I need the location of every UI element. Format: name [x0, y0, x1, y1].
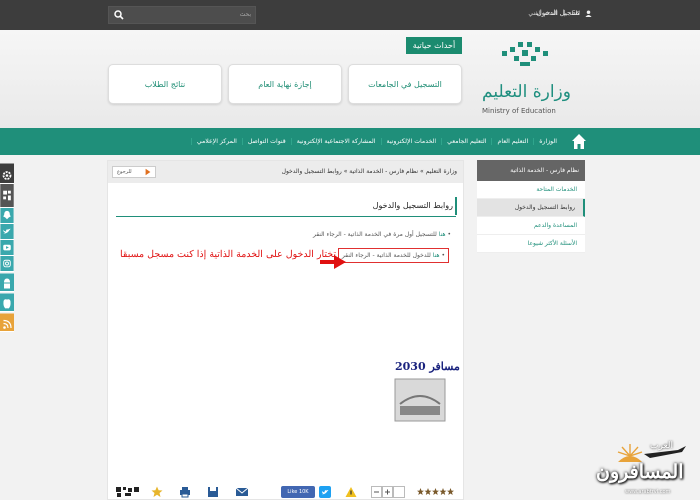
life-events-button[interactable]: أحداث حياتية [406, 37, 462, 54]
red-annotation-text: تختار الدخول على الخدمة الذاتية إذا كنت … [120, 249, 337, 260]
apple-icon[interactable] [0, 292, 14, 312]
email-icon[interactable] [235, 486, 249, 498]
rss-icon[interactable] [0, 312, 14, 332]
nav-item-media-center[interactable]: المركز الإعلامي [190, 138, 242, 145]
rating-stars-icon[interactable] [417, 486, 455, 498]
user-icon [585, 9, 592, 17]
breadcrumb: وزارة التعليم » نظام فارس - الخدمة الذات… [281, 168, 457, 175]
logo-arabic-text: وزارة التعليم [482, 82, 571, 102]
watermark-text: مسافر 2030 [395, 360, 460, 373]
breadcrumb-bar: للرجوع وزارة التعليم » نظام فارس - الخدم… [108, 161, 463, 183]
footer-toolbar: Like 10K [115, 486, 455, 500]
instagram-icon[interactable] [0, 256, 14, 272]
tile-end-of-year-vacation[interactable]: إجازة نهاية العام [228, 64, 342, 104]
login-label: تسجيل الدخول [536, 9, 580, 17]
facebook-like-button[interactable]: Like 10K [281, 486, 315, 498]
nav-item-ministry[interactable]: الوزارة [533, 138, 562, 145]
qr-code-footer-icon[interactable] [115, 486, 141, 498]
top-bar: بحث الدعم الفني | EN تسجيل الدخول [0, 0, 700, 30]
title-accent-bar [455, 197, 457, 215]
print-icon[interactable] [179, 486, 191, 498]
nav-item-contact-channels[interactable]: قنوات التواصل [241, 138, 291, 145]
page-title: روابط التسجيل والدخول [372, 201, 453, 210]
self-service-sidebar: نظام فارس - الخدمة الذاتية الخدمات المتا… [477, 160, 585, 253]
warning-icon[interactable] [345, 486, 357, 498]
settings-gear-icon[interactable] [0, 160, 14, 184]
link2-text: للدخول للخدمة الذاتية - الرجاء النقر [341, 252, 431, 259]
first-time-registration-link[interactable]: هنا للتسجيل أول مرة في الخدمة الذاتية - … [313, 231, 451, 238]
search-box[interactable]: بحث [108, 6, 256, 24]
font-size-controls-icon[interactable] [371, 486, 405, 498]
nav-item-university-education[interactable]: التعليم الجامعي [441, 138, 491, 145]
nav-items: الوزارة التعليم العام التعليم الجامعي ال… [190, 128, 562, 155]
twitter-share-icon[interactable] [319, 486, 331, 498]
link1-more[interactable]: هنا [439, 231, 446, 238]
red-arrow-icon [320, 255, 346, 269]
social-sidebar [0, 160, 14, 332]
tile-student-results[interactable]: نتائج الطلاب [108, 64, 222, 104]
corner-watermark-url: www.arabtrvl.com [625, 489, 671, 495]
search-icon[interactable] [114, 10, 124, 20]
back-arrow-icon[interactable] [144, 168, 152, 176]
main-nav: الوزارة التعليم العام التعليم الجامعي ال… [0, 128, 700, 155]
snapchat-icon[interactable] [0, 208, 14, 224]
logo-english-text: Ministry of Education [482, 107, 556, 115]
sidebar-item-registration-links[interactable]: روابط التسجيل والدخول [477, 199, 585, 217]
back-label: للرجوع [117, 169, 132, 175]
sidebar-header: نظام فارس - الخدمة الذاتية [477, 160, 585, 181]
watermark-logo-icon [394, 378, 446, 422]
login-link[interactable]: تسجيل الدخول [537, 9, 592, 17]
twitter-icon[interactable] [0, 224, 14, 240]
nav-item-general-education[interactable]: التعليم العام [491, 138, 533, 145]
save-icon[interactable] [207, 486, 219, 498]
nav-item-e-services[interactable]: الخدمات الإلكترونية [380, 138, 442, 145]
youtube-icon[interactable] [0, 240, 14, 256]
content-panel: للرجوع وزارة التعليم » نظام فارس - الخدم… [107, 160, 464, 500]
android-icon[interactable] [0, 272, 14, 292]
qr-code-icon[interactable] [0, 184, 14, 208]
sidebar-item-faq[interactable]: الأسئلة الأكثر شيوعا [477, 235, 585, 253]
search-placeholder: بحث [239, 11, 251, 18]
sidebar-item-available-services[interactable]: الخدمات المتاحة [477, 181, 585, 199]
star-rate-icon[interactable] [151, 486, 163, 498]
home-icon[interactable] [568, 128, 590, 155]
nav-item-e-participation[interactable]: المشاركة الاجتماعية الإلكترونية [290, 138, 381, 145]
title-divider [116, 216, 456, 217]
corner-watermark-small-text: العرب [650, 441, 674, 451]
tile-university-registration[interactable]: التسجيل في الجامعات [348, 64, 462, 104]
self-service-login-link[interactable]: هنا للدخول للخدمة الذاتية - الرجاء النقر… [337, 248, 449, 263]
link2-more[interactable]: هنا [433, 252, 440, 259]
corner-watermark-text: المسافرون [596, 461, 684, 483]
link1-text: للتسجيل أول مرة في الخدمة الذاتية - الرج… [312, 231, 437, 238]
sidebar-item-help-support[interactable]: المساعدة والدعم [477, 217, 585, 235]
